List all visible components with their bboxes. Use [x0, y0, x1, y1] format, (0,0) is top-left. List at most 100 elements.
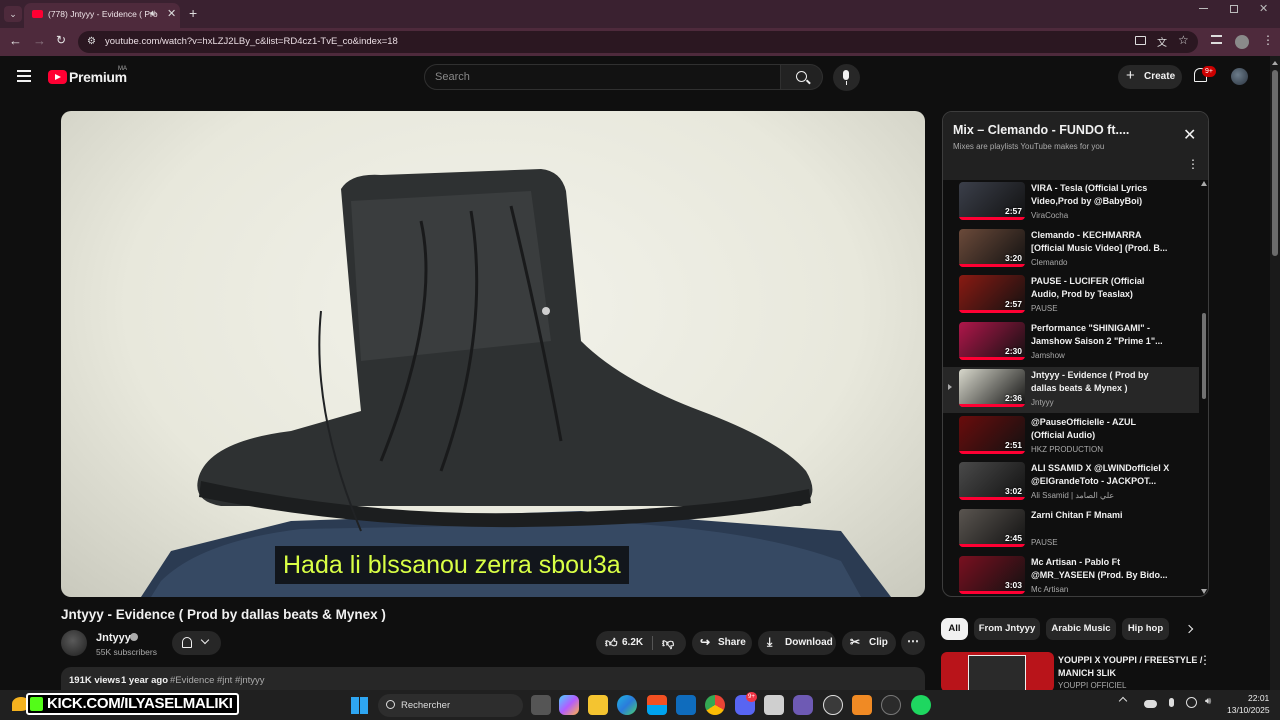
- now-playing-indicator-icon: [948, 383, 952, 390]
- tab-audio-icon[interactable]: 🔊︎: [150, 8, 156, 19]
- onedrive-icon[interactable]: [1144, 700, 1157, 708]
- task-view-icon[interactable]: [531, 695, 551, 715]
- chip-arabic-music[interactable]: Arabic Music: [1046, 618, 1116, 640]
- download-button[interactable]: ⤓ Download: [758, 631, 836, 655]
- file-explorer-icon[interactable]: [588, 695, 608, 715]
- clip-button[interactable]: ✂ Clip: [842, 631, 896, 655]
- voice-search-button[interactable]: [833, 64, 860, 91]
- close-playlist-icon[interactable]: ✕: [1183, 125, 1196, 145]
- game-controller-icon[interactable]: [793, 695, 813, 715]
- new-tab-icon[interactable]: +: [189, 6, 197, 20]
- profile-avatar[interactable]: [1235, 35, 1249, 49]
- playlist-scrollbar[interactable]: [1199, 180, 1208, 596]
- playlist-item[interactable]: 3:02 ALI SSAMID X @LWINDofficiel X @ElGra…: [943, 460, 1199, 506]
- playlist-item[interactable]: 2:57 PAUSE - LUCIFER (Official Audio, Pro…: [943, 273, 1199, 319]
- channel-avatar[interactable]: [61, 630, 87, 656]
- search-button[interactable]: [781, 64, 823, 90]
- cast-icon[interactable]: [1135, 36, 1146, 45]
- dislike-button[interactable]: 👎︎: [654, 631, 686, 655]
- minimize-icon[interactable]: [1199, 8, 1208, 9]
- playlist-scroll-down-icon[interactable]: [1201, 589, 1207, 594]
- recommended-video[interactable]: YOUPPI X YOUPPI / FREESTYLE / MANICH 3LI…: [941, 652, 1215, 690]
- volume-icon[interactable]: 🔊︎: [1205, 696, 1211, 707]
- spotify-icon[interactable]: [911, 695, 931, 715]
- forward-icon[interactable]: →: [33, 33, 46, 48]
- address-bar[interactable]: ⚙︎ youtube.com/watch?v=hxLZJ2LBy_c&list=…: [78, 31, 1198, 53]
- channel-name[interactable]: Jntyyy: [96, 632, 131, 644]
- account-avatar[interactable]: [1231, 68, 1248, 85]
- create-button[interactable]: + Create: [1118, 65, 1182, 89]
- app-icon[interactable]: [764, 695, 784, 715]
- app-dark-icon[interactable]: [881, 695, 901, 715]
- browser-menu-icon[interactable]: ⋮: [1262, 33, 1274, 47]
- site-info-icon[interactable]: ⚙︎: [87, 36, 96, 47]
- chip-all[interactable]: All: [941, 618, 968, 640]
- close-window-icon[interactable]: ✕: [1259, 2, 1268, 15]
- store-icon[interactable]: [647, 695, 667, 715]
- chrome-icon[interactable]: [705, 695, 725, 715]
- playlist-item[interactable]: 3:03 Mc Artisan - Pablo Ft @MR_YASEEN (Pr…: [943, 554, 1199, 596]
- outlook-icon[interactable]: [676, 695, 696, 715]
- copilot-icon[interactable]: [559, 695, 579, 715]
- editor-icon[interactable]: [852, 695, 872, 715]
- taskbar-search[interactable]: Rechercher: [378, 694, 523, 717]
- reading-list-icon[interactable]: [1211, 35, 1222, 44]
- chips-next-chevron-icon[interactable]: [1184, 624, 1194, 634]
- scrollbar-up-arrow[interactable]: [1272, 61, 1278, 65]
- like-dislike-group: 👍︎ 6.2K 👎︎: [596, 631, 686, 655]
- obs-icon[interactable]: [823, 695, 843, 715]
- video-player[interactable]: [61, 111, 925, 597]
- playlist-item-duration: 3:20: [1004, 252, 1022, 263]
- share-icon: ↪: [700, 635, 711, 649]
- more-actions-button[interactable]: ⋯: [901, 631, 925, 655]
- tab-list-button[interactable]: ⌄: [4, 6, 22, 22]
- scrollbar-thumb[interactable]: [1272, 70, 1278, 256]
- translate-icon[interactable]: 文: [1157, 34, 1167, 49]
- playlist-item-duration: 2:57: [1004, 206, 1022, 216]
- playlist-menu-icon[interactable]: ⋮: [1187, 157, 1199, 171]
- playlist-item-thumbnail: 2:57: [959, 275, 1025, 314]
- playlist-panel: Mix – Clemando - FUNDO ft.... Mixes are …: [942, 111, 1209, 597]
- playlist-scroll-up-icon[interactable]: [1201, 181, 1207, 186]
- hashtags[interactable]: #Evidence #jnt #jntyyy: [170, 675, 265, 686]
- youtube-logo[interactable]: Premium MA: [48, 66, 130, 88]
- chevron-down-icon: [200, 635, 210, 645]
- playlist-item[interactable]: 3:20 Clemando - KECHMARRA [Official Music…: [943, 227, 1199, 273]
- share-button[interactable]: ↪ Share: [692, 631, 752, 655]
- playlist-item-thumbnail: 2:45: [959, 508, 1025, 547]
- tray-overflow-icon[interactable]: [1118, 696, 1128, 706]
- microphone-icon: [843, 70, 849, 80]
- playlist-item[interactable]: 2:36 Jntyyy - Evidence ( Prod by dallas b…: [943, 366, 1199, 413]
- like-button[interactable]: 👍︎ 6.2K: [596, 631, 652, 655]
- chip-from-channel[interactable]: From Jntyyy: [974, 618, 1040, 640]
- playlist-scroll-thumb[interactable]: [1202, 313, 1206, 399]
- playlist-item[interactable]: 2:30 Performance "SHINIGAMI" - Jamshow Sa…: [943, 320, 1199, 366]
- like-count: 6.2K: [622, 637, 644, 648]
- page-scrollbar[interactable]: [1270, 56, 1280, 690]
- chip-hip-hop[interactable]: Hip hop: [1122, 618, 1169, 640]
- back-icon[interactable]: ←: [9, 33, 22, 48]
- network-icon[interactable]: [1186, 697, 1197, 708]
- thumbs-down-icon: 👎︎: [662, 636, 675, 650]
- subscribed-bell-button[interactable]: [172, 631, 221, 655]
- maximize-icon[interactable]: [1230, 5, 1238, 13]
- playlist-title[interactable]: Mix – Clemando - FUNDO ft....: [953, 123, 1129, 137]
- playlist-item-thumbnail: 3:20: [959, 228, 1025, 267]
- bookmark-star-icon[interactable]: ☆: [1178, 33, 1189, 47]
- playlist-item[interactable]: 2:57 VIRA - Tesla (Official Lyrics Video,…: [943, 180, 1199, 226]
- playlist-item[interactable]: 2:51 @PauseOfficielle - AZUL (Official Au…: [943, 414, 1199, 460]
- playlist-item-channel: Clemando: [1031, 257, 1068, 267]
- recommended-menu-icon[interactable]: ⋮: [1199, 653, 1211, 667]
- clock-date[interactable]: 13/10/2025: [1227, 705, 1270, 715]
- edge-icon[interactable]: [617, 695, 637, 715]
- browser-tab[interactable]: (778) Jntyyy - Evidence ( Pro 🔊︎ ✕: [24, 3, 180, 28]
- playlist-item-duration: 2:36: [1004, 392, 1022, 403]
- mic-tray-icon[interactable]: [1169, 698, 1174, 707]
- playlist-item[interactable]: 2:45 Zarni Chitan F Mnami PAUSE: [943, 507, 1199, 553]
- logo-country-badge: MA: [118, 66, 127, 72]
- reload-icon[interactable]: ↻: [56, 33, 66, 47]
- search-input[interactable]: Search: [424, 64, 781, 90]
- clock-time[interactable]: 22:01: [1248, 693, 1269, 703]
- start-windows-icon[interactable]: [351, 697, 368, 714]
- tab-close-icon[interactable]: ✕: [167, 7, 176, 20]
